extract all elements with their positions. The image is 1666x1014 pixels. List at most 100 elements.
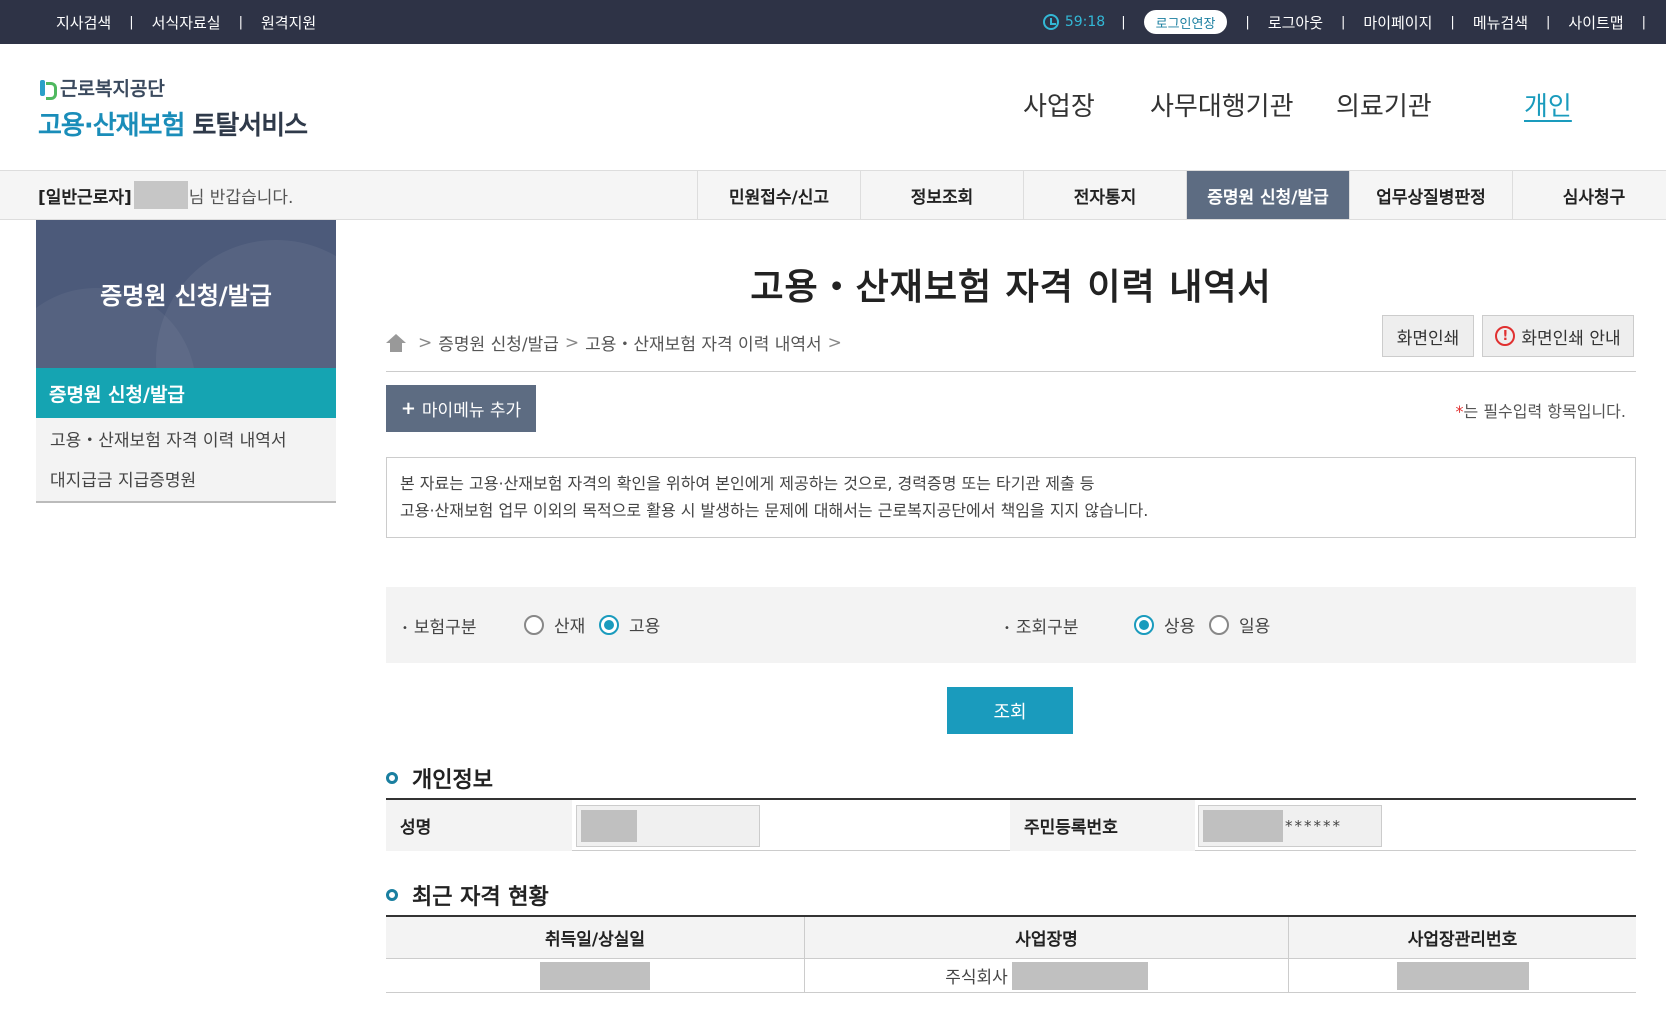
logout-link[interactable]: 로그아웃 <box>1268 12 1323 33</box>
tab-e-notice[interactable]: 전자통지 <box>1023 171 1186 219</box>
menu-search-link[interactable]: 메뉴검색 <box>1473 12 1528 33</box>
query-button[interactable]: 조회 <box>947 687 1073 734</box>
extend-login-button[interactable]: 로그인연장 <box>1143 10 1228 34</box>
name-label: 성명 <box>386 800 572 851</box>
bullet-icon <box>386 772 398 784</box>
sidebar-title: 증명원 신청/발급 <box>100 282 272 310</box>
org-name: 근로복지공단 <box>38 74 307 101</box>
section-title-personal-info: 개인정보 <box>386 762 493 794</box>
personal-info-table: 성명 주민등록번호 ****** <box>386 798 1636 851</box>
user-links: 59:18 | 로그인연장 | 로그아웃 | 마이페이지 | 메뉴검색 | 사이… <box>1042 0 1646 44</box>
clock-icon <box>1042 14 1059 30</box>
radio-circle <box>599 614 619 635</box>
radio-employment[interactable]: 고용 <box>599 612 660 637</box>
branch-search-link[interactable]: 지사검색 <box>56 12 111 33</box>
add-mymenu-button[interactable]: + 마이메뉴 추가 <box>386 385 536 432</box>
required-star: * <box>1455 402 1464 421</box>
radio-industrial-accident[interactable]: 산재 <box>524 612 585 637</box>
masked-mgmt-number <box>1396 961 1529 990</box>
print-guide-button[interactable]: ! 화면인쇄 안내 <box>1482 315 1634 357</box>
radio-circle <box>1134 614 1154 635</box>
forms-library-link[interactable]: 서식자료실 <box>152 12 221 33</box>
query-type-label: 조회구분 <box>1004 613 1079 638</box>
masked-user-name <box>133 181 188 209</box>
plus-icon: + <box>400 398 416 419</box>
breadcrumb-item[interactable]: 증명원 신청/발급 <box>438 330 559 355</box>
service-name-part1: 고용·산재보험 <box>38 111 185 141</box>
page-title: 고용・산재보험 자격 이력 내역서 <box>750 267 1272 308</box>
masked-company-name <box>1011 961 1148 990</box>
main-nav-individual[interactable]: 개인 <box>1524 86 1572 123</box>
separator: | <box>1450 14 1455 30</box>
utility-links: 지사검색 | 서식자료실 | 원격지원 <box>56 0 316 44</box>
tab-info-inquiry[interactable]: 정보조회 <box>860 171 1023 219</box>
sidebar-item-certificate[interactable]: 증명원 신청/발급 <box>36 368 336 418</box>
session-timer-value: 59:18 <box>1064 14 1106 30</box>
separator: | <box>1341 14 1346 30</box>
separator: | <box>1641 14 1646 30</box>
service-name: 고용·산재보험 토탈서비스 <box>38 105 308 142</box>
sidebar-item-qualification-history[interactable]: 고용・산재보험 자격 이력 내역서 <box>36 418 336 458</box>
column-header: 사업장관리번호 <box>1289 917 1636 959</box>
print-screen-button[interactable]: 화면인쇄 <box>1382 315 1474 357</box>
logo-mark-icon <box>38 79 57 100</box>
masked-rrn <box>1203 810 1283 842</box>
chevron-right-icon: > <box>564 332 580 353</box>
column-header: 사업장명 <box>805 917 1288 959</box>
main-nav-business[interactable]: 사업장 <box>1023 86 1095 123</box>
table-cell-company: 주식회사 <box>805 959 1288 993</box>
tab-occupational-disease[interactable]: 업무상질병판정 <box>1349 171 1512 219</box>
notice-line: 고용·산재보험 업무 이외의 목적으로 활용 시 발생하는 문제에 대해서는 근… <box>400 501 1149 520</box>
column-divider <box>804 917 805 993</box>
main-nav-agency[interactable]: 사무대행기관 <box>1150 86 1294 123</box>
site-logo[interactable]: 근로복지공단 고용·산재보험 토탈서비스 <box>38 74 308 142</box>
org-name-text: 근로복지공단 <box>60 78 165 100</box>
tab-review-request[interactable]: 심사청구 <box>1512 171 1666 219</box>
sidebar-header: 증명원 신청/발급 <box>36 220 336 368</box>
notice-box: 본 자료는 고용·산재보험 자격의 확인을 위하여 본인에게 제공하는 것으로,… <box>386 457 1636 538</box>
section-tabs: 민원접수/신고 정보조회 전자통지 증명원 신청/발급 업무상질병판정 심사청구 <box>697 171 1666 219</box>
radio-daily[interactable]: 일용 <box>1209 612 1270 637</box>
user-greeting: [일반근로자] 님 반갑습니다. <box>38 171 293 219</box>
table-cell-mgmt-number <box>1289 959 1636 993</box>
radio-label: 산재 <box>554 617 586 637</box>
masked-name <box>581 810 637 842</box>
radio-label: 일용 <box>1239 617 1271 637</box>
radio-label: 상용 <box>1164 617 1196 637</box>
chevron-right-icon: > <box>418 332 433 353</box>
tab-certificate[interactable]: 증명원 신청/발급 <box>1186 171 1349 219</box>
sidebar-submenu: 고용・산재보험 자격 이력 내역서 대지급금 지급증명원 <box>36 418 336 503</box>
section-title-text: 개인정보 <box>412 768 493 793</box>
column-divider <box>1288 917 1289 993</box>
sidebar-item-wage-payment-cert[interactable]: 대지급금 지급증명원 <box>36 458 336 498</box>
radio-regular[interactable]: 상용 <box>1134 612 1195 637</box>
separator: | <box>1245 14 1250 30</box>
breadcrumb-item[interactable]: 고용・산재보험 자격 이력 내역서 <box>585 330 822 355</box>
notice-line: 본 자료는 고용·산재보험 자격의 확인을 위하여 본인에게 제공하는 것으로,… <box>400 474 1095 493</box>
breadcrumb: > 증명원 신청/발급 > 고용・산재보험 자격 이력 내역서 > <box>386 330 848 355</box>
mypage-link[interactable]: 마이페이지 <box>1363 12 1432 33</box>
session-timer: 59:18 <box>1042 14 1106 30</box>
home-icon[interactable] <box>386 333 406 352</box>
radio-circle <box>1209 614 1229 635</box>
sitemap-link[interactable]: 사이트맵 <box>1568 12 1623 33</box>
rrn-label: 주민등록번호 <box>1010 800 1195 851</box>
name-field <box>576 805 760 847</box>
separator: | <box>1546 14 1551 30</box>
insurance-type-label: 보험구분 <box>402 613 477 638</box>
separator: | <box>129 14 134 30</box>
service-name-part2: 토탈서비스 <box>192 111 308 141</box>
main-nav-medical[interactable]: 의료기관 <box>1336 86 1432 123</box>
required-note-text: 는 필수입력 항목입니다. <box>1463 402 1626 421</box>
company-prefix: 주식회사 <box>945 968 1008 988</box>
tab-civil-application[interactable]: 민원접수/신고 <box>697 171 860 219</box>
table-cell-date <box>386 959 804 993</box>
required-field-note: *는 필수입력 항목입니다. <box>1456 398 1626 422</box>
masked-date <box>540 961 650 990</box>
remote-support-link[interactable]: 원격지원 <box>261 12 316 33</box>
separator: | <box>1121 14 1126 30</box>
rrn-suffix: ****** <box>1285 817 1342 835</box>
radio-label: 고용 <box>629 617 661 637</box>
section-title-recent-status: 최근 자격 현황 <box>386 879 549 911</box>
user-role: [일반근로자] <box>38 187 132 208</box>
